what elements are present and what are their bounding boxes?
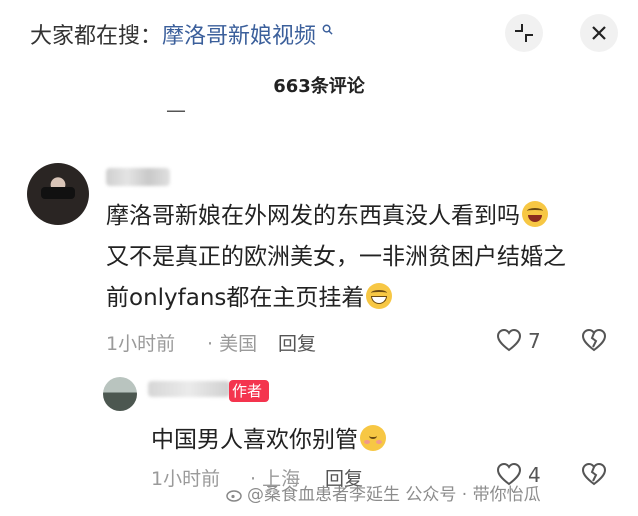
comment-location: · 美国 [207,333,258,355]
comment-line: 前onlyfans都在主页挂着 [106,278,626,319]
broken-heart-icon [581,462,607,486]
watermark: @桑食血患者李延生 公众号 · 带你怡瓜 [226,480,541,505]
username-blurred[interactable] [148,381,230,397]
like-button[interactable] [496,328,522,356]
close-button[interactable] [580,14,618,52]
comment-line: 又不是真正的欧洲美女，一非洲贫困户结婚之 [106,244,566,270]
dislike-button[interactable] [581,462,607,490]
collapse-arrows-icon [515,24,533,42]
blush-emoji-icon [360,425,386,451]
comment-text: 摩洛哥新娘在外网发的东西真没人看到吗 又不是真正的欧洲美女，一非洲贫困户结婚之 … [106,196,626,319]
weibo-logo-icon [226,487,244,502]
reply-time: 1小时前 [151,468,221,490]
grin-emoji-icon [366,283,393,309]
search-suggestion[interactable]: 大家都在搜：摩洛哥新娘视频 [30,18,333,50]
comment-time: 1小时前 [106,333,176,355]
reply-button[interactable]: 回复 [278,329,316,356]
search-keyword-link[interactable]: 摩洛哥新娘视频 [162,24,316,49]
like-count: 7 [528,329,541,353]
search-prefix: 大家都在搜： [30,24,163,49]
avatar[interactable] [27,163,89,225]
close-icon [592,26,606,40]
broken-heart-icon [581,328,607,352]
collapse-button[interactable] [505,14,543,52]
clipped-text-fragment: — — [166,110,188,124]
search-icon [318,24,333,38]
comment-count-title: 663条评论 [273,76,365,97]
watermark-text: @桑食血患者李延生 公众号 · 带你怡瓜 [247,485,541,505]
author-badge: 作者 [229,380,270,402]
comment-line: 摩洛哥新娘在外网发的东西真没人看到吗 [106,196,626,237]
laughing-emoji-icon [522,201,548,227]
dislike-button[interactable] [581,328,607,356]
reply-text: 中国男人喜欢你别管 [151,420,386,454]
avatar[interactable] [103,377,137,411]
heart-icon [496,328,522,352]
username-blurred[interactable] [106,168,170,186]
